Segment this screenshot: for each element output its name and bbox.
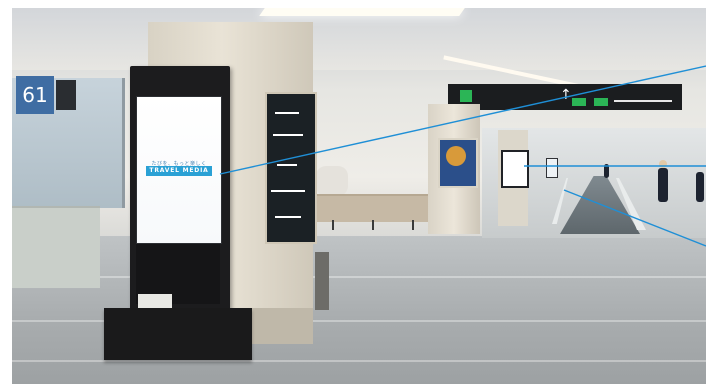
annotation-lines (219, 65, 706, 247)
annotation-line-upper (219, 65, 706, 175)
annotation-line-lower (563, 189, 706, 247)
airport-concourse-photo: 61 ↑ たびを、もっと楽しく TRAVEL MEDIA (12, 8, 706, 384)
